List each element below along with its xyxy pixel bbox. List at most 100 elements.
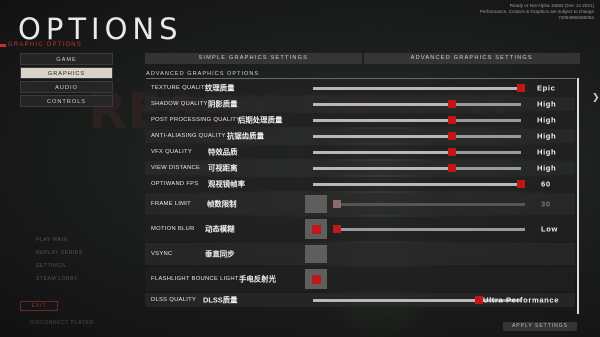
tab-simple-graphics[interactable]: SIMPLE GRAPHICS SETTINGS: [145, 53, 362, 64]
nav-item-audio[interactable]: AUDIO: [20, 81, 113, 93]
build-info: Ready or Not Alpha 16683 (Dec 14 2021) P…: [480, 3, 594, 21]
setting-translation: 阴影质量: [208, 99, 238, 109]
slider-handle[interactable]: [447, 132, 456, 140]
setting-translation: 垂直同步: [205, 249, 235, 259]
slider-handle[interactable]: [447, 116, 456, 124]
setting-translation: 纹理质量: [205, 83, 235, 93]
tab-advanced-graphics[interactable]: ADVANCED GRAPHICS SETTINGS: [363, 53, 580, 64]
setting-row: POST PROCESSING QUALITY 后期处理质量 High: [145, 113, 575, 127]
nav-item-graphics[interactable]: GRAPHICS: [20, 67, 113, 79]
chevron-right-icon[interactable]: ❯: [592, 92, 600, 103]
setting-translation: 手电反射光: [239, 274, 276, 284]
slider-track[interactable]: [313, 150, 521, 154]
section-divider: [146, 78, 576, 79]
toggle-checkbox[interactable]: [305, 195, 327, 213]
setting-value: Ultra Performance: [483, 295, 560, 305]
setting-row: ANTI-ALIASING QUALITY 抗锯齿质量 High: [145, 129, 575, 143]
settings-list: TEXTURE QUALITY 纹理质量 Epic SHADOW QUALITY 阴影质…: [145, 81, 575, 309]
nav-item-game[interactable]: GAME: [20, 53, 113, 65]
setting-translation: 后期处理质量: [238, 115, 283, 125]
page-title: OPTIONS: [18, 12, 183, 46]
slider-track[interactable]: [313, 134, 521, 138]
settings-tabs: SIMPLE GRAPHICS SETTINGS ADVANCED GRAPHI…: [145, 53, 580, 64]
faded-footer: DISCONNECT PLAYER: [30, 320, 94, 326]
toggle-checkbox[interactable]: [305, 269, 327, 289]
build-line: 74064998486052: [558, 15, 594, 20]
setting-value: High: [537, 131, 557, 141]
setting-value: High: [537, 99, 557, 109]
setting-translation: 特效品质: [208, 147, 238, 157]
setting-value: 60: [541, 179, 551, 189]
slider-track[interactable]: [313, 102, 521, 106]
slider-track[interactable]: [337, 227, 525, 231]
apply-settings-button[interactable]: APPLY SETTINGS: [503, 322, 577, 331]
slider-fill: [313, 118, 452, 122]
setting-label: VSYNC: [151, 251, 173, 257]
slider-fill: [313, 86, 521, 90]
setting-translation: 观视镜帧率: [208, 179, 245, 189]
section-heading: ADVANCED GRAPHICS OPTIONS: [146, 71, 260, 77]
setting-value: 30: [541, 199, 551, 209]
setting-label: VFX QUALITY: [151, 149, 192, 155]
faded-menu-item: REPLAY SERIES: [36, 250, 83, 256]
toggle-checkbox[interactable]: [305, 219, 327, 239]
setting-label: DLSS QUALITY: [151, 297, 197, 303]
slider-fill: [313, 134, 452, 138]
slider-handle[interactable]: [517, 180, 525, 188]
slider-fill: [313, 182, 521, 186]
setting-translation: 抗锯齿质量: [227, 131, 264, 141]
setting-translation: 动态模糊: [205, 224, 235, 234]
setting-value: Low: [541, 224, 558, 234]
slider-fill: [313, 166, 452, 170]
setting-label: FRAME LIMIT: [151, 201, 192, 207]
slider-handle[interactable]: [517, 84, 525, 92]
setting-row: MOTION BLUR 动态模糊 Low: [145, 217, 575, 241]
slider-track[interactable]: [313, 182, 521, 186]
setting-row: VFX QUALITY 特效品质 High: [145, 145, 575, 159]
slider-track[interactable]: [313, 118, 521, 122]
slider-fill: [313, 102, 452, 106]
setting-row: FLASHLIGHT BOUNCE LIGHT 手电反射光: [145, 267, 575, 291]
nav-item-controls[interactable]: CONTROLS: [20, 95, 113, 107]
setting-value: Epic: [537, 83, 556, 93]
setting-label: SHADOW QUALITY: [151, 101, 208, 107]
checkbox-check-mark: [312, 274, 321, 284]
setting-label: ANTI-ALIASING QUALITY: [151, 133, 226, 139]
page-subtitle: GRAPHIC OPTIONS: [8, 42, 83, 48]
setting-translation: DLSS质量: [203, 295, 238, 305]
faded-menu-item: STEAM LOBBY: [36, 276, 78, 282]
slider-handle[interactable]: [447, 100, 456, 108]
checkbox-check-mark: [312, 224, 321, 234]
setting-label: FLASHLIGHT BOUNCE LIGHT: [151, 276, 239, 282]
scrollbar[interactable]: [577, 78, 579, 314]
slider-handle[interactable]: [447, 148, 456, 156]
setting-row: VSYNC 垂直同步: [145, 243, 575, 265]
slider-track[interactable]: [313, 166, 521, 170]
setting-row: FRAME LIMIT 帧数限制 30: [145, 193, 575, 215]
setting-label: POST PROCESSING QUALITY: [151, 117, 241, 123]
setting-label: MOTION BLUR: [151, 226, 195, 232]
setting-row: OPTIWAND FPS 观视镜帧率 60: [145, 177, 575, 191]
subtitle-accent: [0, 44, 6, 47]
setting-translation: 可视距离: [208, 163, 238, 173]
exit-button[interactable]: EXIT: [20, 301, 58, 311]
setting-row: SHADOW QUALITY 阴影质量 High: [145, 97, 575, 111]
setting-label: TEXTURE QUALITY: [151, 85, 209, 91]
slider-handle[interactable]: [333, 200, 341, 208]
slider-handle[interactable]: [333, 225, 341, 233]
setting-value: High: [537, 147, 557, 157]
slider-fill: [313, 150, 452, 154]
faded-menu-item: SETTINGS: [36, 263, 66, 269]
setting-value: High: [537, 115, 557, 125]
faded-menu-item: PLAY MAIN: [36, 237, 68, 243]
setting-label: VIEW DISTANCE: [151, 165, 201, 171]
slider-fill: [313, 298, 480, 302]
slider-track[interactable]: [337, 202, 525, 206]
toggle-checkbox[interactable]: [305, 245, 327, 263]
setting-translation: 帧数限制: [207, 199, 237, 209]
slider-handle[interactable]: [447, 164, 456, 172]
setting-row: DLSS QUALITY DLSS质量 Ultra Performance: [145, 293, 575, 307]
setting-value: High: [537, 163, 557, 173]
slider-track[interactable]: [313, 86, 521, 90]
options-nav: GAME GRAPHICS AUDIO CONTROLS: [20, 53, 113, 109]
